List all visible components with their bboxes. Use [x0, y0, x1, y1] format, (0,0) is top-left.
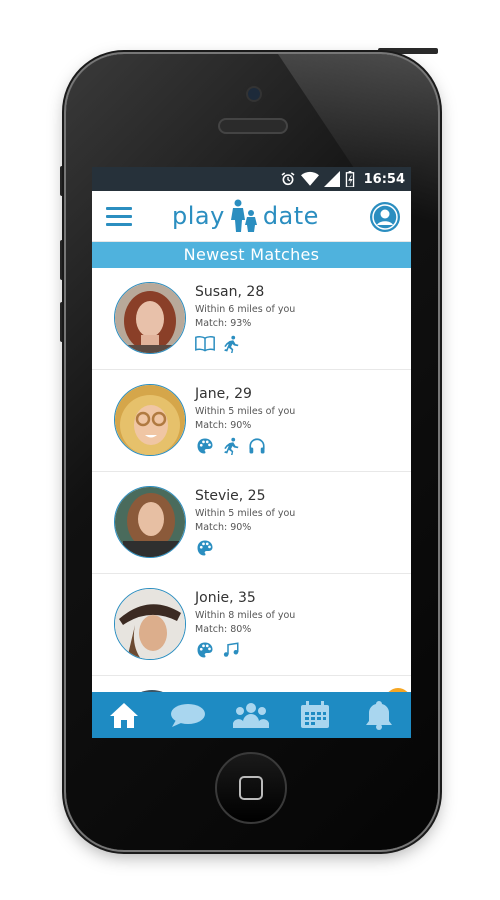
match-name: Jonie, 35 [195, 590, 256, 606]
headphones-icon [249, 438, 265, 454]
match-distance: Within 6 miles of you [195, 304, 296, 315]
palette-icon [197, 438, 213, 454]
match-percentage: Match: 90% [195, 420, 252, 431]
match-row[interactable]: Jane, 29 Within 5 miles of you Match: 90… [92, 370, 411, 472]
logo-text-right: date [262, 202, 319, 230]
bottom-nav [92, 692, 411, 738]
avatar [114, 486, 186, 558]
match-percentage: Match: 90% [195, 522, 252, 533]
app-screen: 16:54 play date Newest Matches Susan, 28… [92, 167, 411, 738]
bell-icon [366, 701, 393, 730]
battery-icon [345, 171, 354, 187]
logo-text-left: play [172, 202, 225, 230]
group-icon [233, 703, 270, 728]
match-row[interactable]: Susan, 28 Within 6 miles of you Match: 9… [92, 268, 411, 370]
profile-icon[interactable] [369, 201, 401, 233]
avatar [114, 282, 186, 354]
alarm-icon [281, 172, 295, 186]
app-header: play date [92, 191, 411, 242]
power-button [378, 48, 438, 54]
match-distance: Within 5 miles of you [195, 508, 296, 519]
nav-notifications[interactable] [359, 698, 399, 732]
status-time: 16:54 [363, 171, 405, 187]
front-camera [246, 86, 262, 102]
status-bar: 16:54 [92, 167, 411, 191]
match-name: Susan, 28 [195, 284, 265, 300]
match-name: Stevie, 25 [195, 488, 266, 504]
nav-calendar[interactable] [295, 698, 335, 732]
palette-icon [197, 642, 213, 658]
wifi-icon [300, 171, 319, 186]
match-distance: Within 5 miles of you [195, 406, 296, 417]
match-name: Jane, 29 [195, 386, 252, 402]
match-distance: Within 8 miles of you [195, 610, 296, 621]
running-icon [224, 437, 239, 455]
section-title: Newest Matches [92, 242, 411, 268]
calendar-icon [301, 701, 330, 728]
music-note-icon [223, 642, 239, 657]
home-button[interactable] [215, 752, 287, 824]
app-logo: play date [172, 199, 319, 233]
menu-icon[interactable] [106, 207, 132, 231]
parent-child-icon [230, 199, 257, 232]
home-icon [109, 703, 138, 728]
book-icon [195, 336, 215, 352]
nav-home[interactable] [104, 698, 144, 732]
match-row[interactable]: Stevie, 25 Within 5 miles of you Match: … [92, 472, 411, 574]
matches-list: Susan, 28 Within 6 miles of you Match: 9… [92, 268, 411, 738]
match-percentage: Match: 93% [195, 318, 252, 329]
running-icon [224, 335, 239, 353]
signal-icon [323, 171, 340, 187]
nav-groups[interactable] [231, 698, 271, 732]
palette-icon [197, 540, 213, 556]
nav-chat[interactable] [168, 698, 208, 732]
match-percentage: Match: 80% [195, 624, 252, 635]
match-row[interactable]: Jonie, 35 Within 8 miles of you Match: 8… [92, 574, 411, 676]
chat-icon [170, 704, 205, 727]
earpiece-speaker [218, 118, 288, 134]
avatar [114, 588, 186, 660]
avatar [114, 384, 186, 456]
